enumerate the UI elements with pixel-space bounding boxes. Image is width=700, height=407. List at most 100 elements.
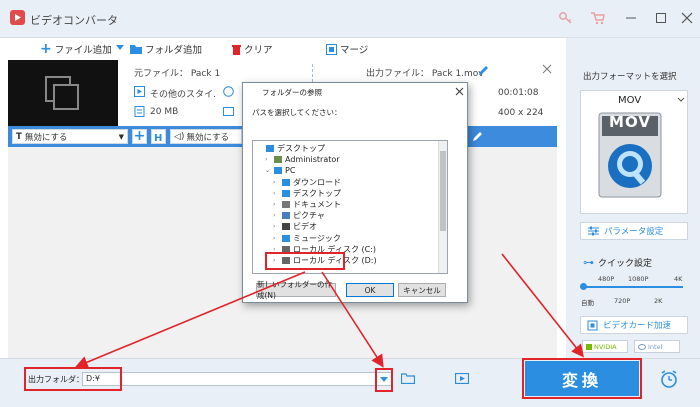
res-top-1: 480P [598, 275, 615, 283]
output-file-name: Pack 1.mov [431, 69, 484, 79]
tree-scrollbar[interactable] [438, 141, 447, 273]
dialog-title: フォルダーの参照 [262, 88, 322, 97]
nvidia-option[interactable]: NVIDIA [582, 340, 628, 353]
speaker-icon: ◁) [174, 131, 185, 142]
add-file-dropdown-icon[interactable] [116, 45, 124, 51]
close-icon[interactable] [680, 11, 694, 25]
res-bottom-1: 自動 [581, 299, 594, 307]
desktop-folder-icon [266, 145, 274, 152]
edit-filename-icon[interactable] [478, 65, 489, 76]
videos-icon [282, 223, 290, 231]
tree-item[interactable]: › ビデオ [273, 221, 317, 232]
add-folder-button[interactable]: フォルダ追加 [130, 41, 202, 57]
output-folder-input[interactable]: D:¥ [82, 372, 392, 386]
tree-item[interactable]: › Administrator [265, 154, 340, 165]
res-bottom-2: 720P [614, 297, 631, 305]
parameter-settings-button[interactable]: パラメータ設定 [580, 222, 688, 240]
subtitle-icon: T [16, 131, 22, 142]
nvidia-logo-icon [586, 343, 592, 350]
tree-item[interactable]: › デスクトップ [273, 188, 341, 199]
tree-item[interactable]: › ダウンロード [273, 177, 341, 188]
res-top-3: 4K [674, 275, 683, 283]
filesize-icon [134, 106, 145, 117]
video-format-icon [134, 86, 145, 97]
cart-icon[interactable] [590, 10, 606, 26]
merge-icon [326, 43, 337, 55]
chevron-down-icon[interactable]: ⌄ [265, 167, 271, 174]
resolution-icon [223, 106, 234, 117]
gpu-acceleration-button[interactable]: ビデオカード加速 [580, 316, 688, 334]
merge-button[interactable]: マージ [326, 41, 368, 57]
mov-icon-text: MOV [609, 113, 651, 131]
tree-item-label: ピクチャ [293, 211, 325, 221]
quality-slider[interactable] [583, 286, 683, 288]
format-name: MOV [618, 95, 642, 106]
clear-button[interactable]: クリア [232, 41, 273, 57]
res-top-2: 1080P [628, 275, 649, 283]
intel-logo-icon [638, 343, 646, 350]
plus-icon: + [40, 41, 52, 57]
subtitle-settings-button[interactable]: H [151, 129, 166, 144]
minimize-icon[interactable] [624, 12, 638, 24]
quick-icon: ⊶ [583, 256, 594, 269]
open-output-folder-icon[interactable] [455, 373, 469, 384]
resolution: 400 x 224 [498, 108, 544, 118]
add-subtitle-button[interactable]: + [132, 129, 147, 144]
highlight-output-folder [24, 367, 122, 391]
source-file-row: 元ファイル： Pack 1 [134, 66, 220, 79]
chevron-right-icon[interactable]: › [273, 235, 279, 242]
download-icon [282, 178, 290, 186]
tree-item-label: デスクトップ [293, 188, 341, 198]
highlight-convert [522, 358, 642, 399]
chevron-down-icon: ▼ [118, 132, 124, 141]
alarm-clock-icon[interactable] [659, 369, 679, 389]
audio-select[interactable]: ◁) 無効にする [170, 129, 242, 144]
cancel-button[interactable]: キャンセル [398, 283, 446, 297]
key-icon[interactable] [558, 10, 574, 26]
edit-pen-icon[interactable] [472, 131, 483, 142]
tree-item-label: Administrator [285, 155, 340, 165]
clear-label: クリア [244, 45, 273, 56]
res-bottom-3: 2K [654, 297, 663, 305]
app-title: ビデオコンバータ [30, 14, 118, 27]
tree-item-label: ドキュメント [293, 200, 341, 209]
tree-item[interactable]: デスクトップ [257, 143, 325, 154]
tree-item[interactable]: › ピクチャ [273, 210, 325, 221]
chevron-right-icon[interactable]: › [265, 156, 271, 163]
new-folder-button[interactable]: 新しいフォルダーの作成(N) [256, 280, 336, 300]
user-icon [274, 156, 282, 164]
dialog-close-icon[interactable] [455, 87, 464, 96]
tree-item[interactable]: ⌄ PC [265, 165, 295, 176]
tree-item-label: ビデオ [293, 222, 317, 232]
chevron-right-icon[interactable]: › [273, 201, 279, 208]
remove-file-icon[interactable] [542, 64, 552, 74]
tree-item-label: PC [285, 166, 296, 176]
ok-button[interactable]: OK [346, 283, 394, 297]
scrollbar-thumb[interactable] [440, 151, 446, 231]
pc-icon [274, 167, 282, 175]
tree-item[interactable]: › ドキュメント [273, 199, 341, 210]
clock-icon [223, 86, 234, 97]
subtitle-select[interactable]: T 無効にする ▼ [12, 129, 128, 144]
tree-item-label: ミュージック [293, 233, 341, 243]
audio-select-value: 無効にする [186, 132, 230, 143]
intel-option[interactable]: Intel [634, 340, 680, 353]
quality-slider-handle[interactable] [580, 283, 587, 290]
tree-item-label: デスクトップ [277, 144, 325, 153]
app-logo-icon [10, 10, 25, 25]
merge-label: マージ [340, 45, 369, 56]
tree-item[interactable]: › ミュージック [273, 233, 341, 244]
browse-folder-icon[interactable] [401, 373, 415, 384]
video-thumbnail[interactable] [8, 60, 118, 126]
file-size: 20 MB [150, 107, 179, 117]
restore-icon[interactable] [654, 12, 668, 24]
other-style-text: その他のスタイ. [150, 90, 216, 100]
add-folder-label: フォルダ追加 [145, 45, 203, 56]
nvidia-label: NVIDIA [594, 342, 617, 351]
chevron-right-icon[interactable]: › [273, 212, 279, 219]
add-file-button[interactable]: + ファイル追加 [40, 41, 112, 57]
chevron-right-icon[interactable]: › [273, 179, 279, 186]
chevron-right-icon[interactable]: › [273, 223, 279, 230]
chevron-right-icon[interactable]: › [273, 190, 279, 197]
documents-icon [282, 201, 290, 208]
